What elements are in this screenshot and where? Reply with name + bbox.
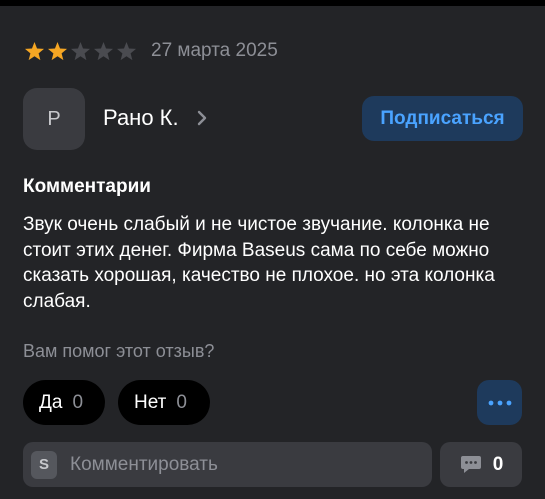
star-rating [24, 41, 137, 62]
subscribe-button[interactable]: Подписаться [362, 96, 523, 141]
comment-input[interactable]: S Комментировать [23, 442, 432, 487]
helpful-yes-button[interactable]: Да 0 [23, 380, 105, 425]
rating-row: 27 марта 2025 [24, 40, 278, 62]
star-empty-icon [70, 41, 91, 60]
user-badge: S [31, 450, 57, 479]
review-text: Звук очень слабый и не чистое звучание. … [23, 214, 495, 312]
review-date: 27 марта 2025 [151, 40, 278, 61]
avatar[interactable]: Р [23, 88, 85, 150]
helpful-question: Вам помог этот отзыв? [23, 341, 215, 361]
more-options-button[interactable] [477, 380, 522, 425]
comment-placeholder: Комментировать [70, 453, 218, 475]
no-label: Нет [134, 391, 167, 413]
comments-heading: Комментарии [23, 176, 151, 197]
no-count: 0 [176, 391, 187, 413]
star-filled-icon [24, 41, 45, 60]
yes-count: 0 [72, 391, 84, 413]
chevron-right-icon[interactable] [195, 108, 209, 128]
top-bar [0, 0, 545, 6]
more-dots-icon [488, 400, 511, 405]
comments-count-button[interactable]: 0 [440, 442, 522, 487]
star-empty-icon [93, 41, 114, 60]
star-filled-icon [47, 41, 68, 60]
yes-label: Да [39, 391, 63, 413]
chat-bubble-icon [460, 455, 481, 473]
helpful-no-button[interactable]: Нет 0 [118, 380, 210, 425]
author-name[interactable]: Рано К. [103, 105, 179, 131]
comments-count: 0 [492, 453, 504, 475]
star-empty-icon [116, 41, 137, 60]
author-row: Р Рано К. Подписаться [23, 88, 523, 150]
